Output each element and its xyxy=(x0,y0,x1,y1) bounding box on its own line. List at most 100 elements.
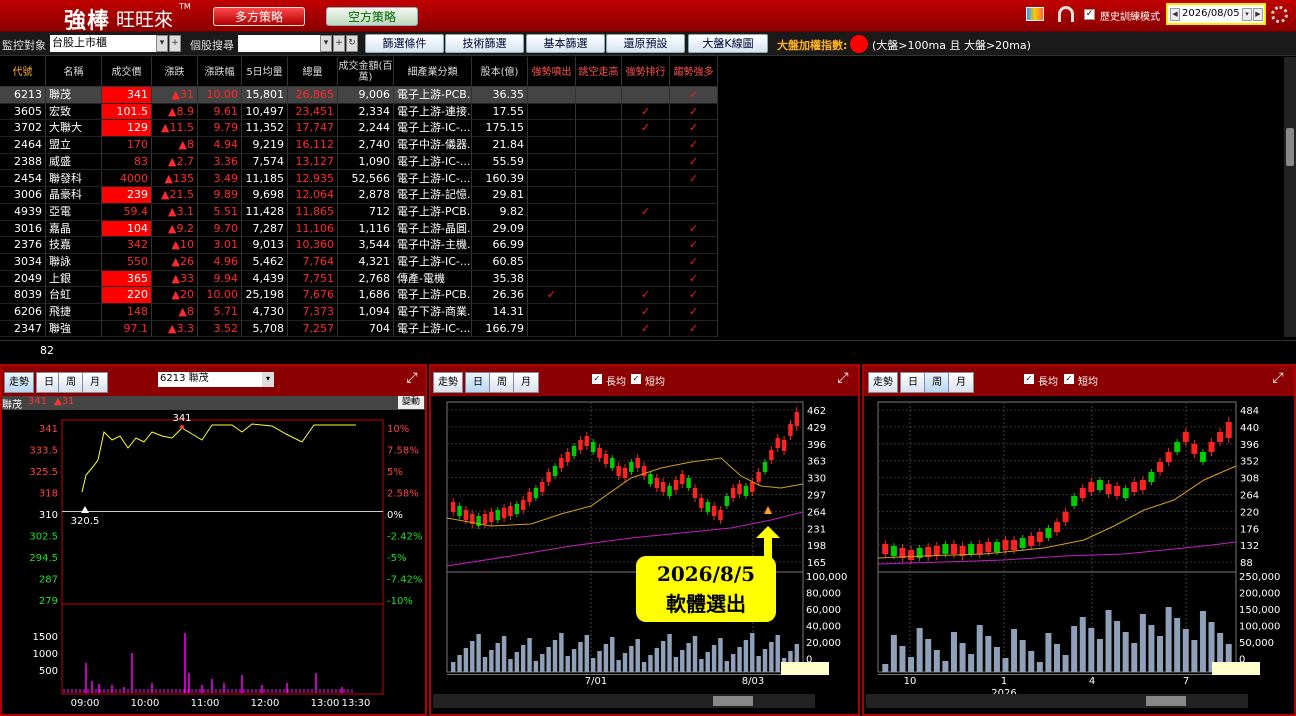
expand-icon[interactable]: ⤢ xyxy=(404,370,420,386)
table-scrollbar-thumb[interactable] xyxy=(1286,128,1294,166)
callout-date: 2026/8/5 xyxy=(656,562,756,586)
tab-week[interactable]: 周 xyxy=(924,372,950,393)
volume-bar xyxy=(968,654,975,672)
signal-check-icon xyxy=(622,153,670,171)
expand-icon[interactable]: ⤢ xyxy=(835,370,851,386)
column-header[interactable]: 總量 xyxy=(288,57,338,87)
tab-month[interactable]: 月 xyxy=(513,372,539,393)
date-value[interactable]: 2026/08/05 xyxy=(1182,8,1240,19)
fundamental-filter-button[interactable]: 基本篩選 xyxy=(526,34,605,53)
column-header[interactable]: 強勢排行 xyxy=(622,57,670,87)
tab-month[interactable]: 月 xyxy=(82,372,108,393)
table-row[interactable]: 3702 大聯大 129 ▲11.5 9.79 11,352 17,747 2,244 電子上游… xyxy=(0,120,718,138)
date-picker[interactable]: ◀ 2026/08/05 ▾ ▶ xyxy=(1166,3,1266,25)
table-row[interactable]: 2049 上銀 365 ▲33 9.94 4,439 7,751 2,768 傳產-電機 35.3… xyxy=(0,270,718,288)
table-row[interactable]: 2376 技嘉 342 ▲10 3.01 9,013 10,360 3,544 電子中游-主機.… xyxy=(0,237,718,254)
column-header[interactable]: 跳空走高 xyxy=(576,57,622,87)
headset-icon[interactable] xyxy=(1058,6,1074,22)
date-dropdown-icon[interactable]: ▾ xyxy=(1242,8,1252,21)
tab-short-strategy[interactable]: 空方策略 xyxy=(326,7,418,26)
callout-text: 軟體選出 xyxy=(666,592,746,616)
ma-long-checkbox[interactable]: ✓ xyxy=(1024,374,1034,384)
table-cell: 台虹 xyxy=(46,287,102,305)
table-row[interactable]: 2347 聯強 97.1 ▲3.3 3.52 5,708 7,257 704 電子上游-IC-.… xyxy=(0,320,718,338)
table-row[interactable]: 3034 聯詠 550 ▲26 4.96 5,462 7,764 4,321 電子上游-IC-.… xyxy=(0,254,718,271)
stock-select[interactable]: 6213 聯茂 xyxy=(158,372,274,387)
column-header[interactable]: 趨勢強多 xyxy=(670,57,718,87)
market-dropdown-icon[interactable]: ▾ xyxy=(156,35,168,52)
tab-trend[interactable]: 走勢 xyxy=(868,372,898,393)
column-header[interactable]: 漲跌幅 xyxy=(198,57,242,87)
table-row[interactable]: 3016 嘉晶 104 ▲9.2 9.70 7,287 11,106 1,116 電子上游-晶圓… xyxy=(0,220,718,238)
candle xyxy=(648,474,653,484)
table-row[interactable]: 2464 盟立 170 ▲8 4.94 9,219 16,112 2,740 電子中游-儀器..… xyxy=(0,137,718,154)
table-scrollbar[interactable] xyxy=(1284,57,1296,337)
tab-trend[interactable]: 走勢 xyxy=(4,372,34,393)
table-cell: 59.4 xyxy=(102,203,152,221)
candle xyxy=(1088,482,1095,492)
table-row[interactable]: 3605 宏致 101.5 ▲8.9 9.61 10,497 23,451 2,334 電子上游… xyxy=(0,103,718,121)
ma-short-checkbox[interactable]: ✓ xyxy=(1064,374,1074,384)
signal-check-icon xyxy=(528,237,576,254)
candle xyxy=(622,468,628,478)
time-tick: 11:00 xyxy=(191,698,220,709)
tab-day[interactable]: 日 xyxy=(900,372,926,393)
table-cell: ▲33 xyxy=(152,270,198,288)
stock-search-input[interactable] xyxy=(238,35,332,52)
screen-icon[interactable] xyxy=(1026,7,1044,21)
column-header[interactable]: 名稱 xyxy=(46,57,102,87)
column-header[interactable]: 股本(億) xyxy=(472,57,528,87)
column-header[interactable]: 成交價 xyxy=(102,57,152,87)
tab-long-strategy[interactable]: 多方策略 xyxy=(213,7,305,26)
table-cell: 341 xyxy=(102,87,152,104)
technical-filter-button[interactable]: 技術篩選 xyxy=(445,34,524,53)
tab-week[interactable]: 周 xyxy=(58,372,84,393)
signal-check-icon xyxy=(576,137,622,154)
market-add-icon[interactable]: + xyxy=(169,35,181,52)
date-next-icon[interactable]: ▶ xyxy=(1253,8,1263,21)
filter-conditions-button[interactable]: 篩選條件 xyxy=(365,34,444,53)
table-row[interactable]: 4939 亞電 59.4 ▲3.1 5.51 11,428 11,865 712 電子上游-PC… xyxy=(0,203,718,221)
column-header[interactable]: 漲跌 xyxy=(152,57,198,87)
candle xyxy=(501,508,507,518)
history-mode-checkbox[interactable]: ✓ xyxy=(1084,9,1095,20)
search-refresh-icon[interactable]: ↻ xyxy=(346,35,358,52)
ma-short-checkbox[interactable]: ✓ xyxy=(631,374,641,384)
table-cell: 29.81 xyxy=(472,187,528,204)
stock-select-dropdown-icon[interactable]: ▾ xyxy=(262,372,274,387)
table-cell: 36.35 xyxy=(472,87,528,104)
tab-day[interactable]: 日 xyxy=(465,372,491,393)
ma-long-checkbox[interactable]: ✓ xyxy=(592,374,602,384)
table-row[interactable]: 2388 威盛 83 ▲2.7 3.36 7,574 13,127 1,090 電子上游-IC-… xyxy=(0,153,718,171)
column-header[interactable]: 細產業分類 xyxy=(394,57,472,87)
column-header[interactable]: 成交金額(百萬) xyxy=(338,57,394,87)
table-row[interactable]: 6213 聯茂 341 ▲31 10.00 15,801 26,865 9,006 電子上游-P… xyxy=(0,87,718,104)
table-row[interactable]: 2454 聯發科 4000 ▲135 3.49 11,185 12,935 52,566 電子上… xyxy=(0,170,718,188)
expand-icon[interactable]: ⤢ xyxy=(1270,370,1286,386)
candle xyxy=(985,542,992,552)
column-header[interactable]: 強勢噴出 xyxy=(528,57,576,87)
quote-name: 聯茂 xyxy=(2,400,22,411)
column-header[interactable]: 代號 xyxy=(0,57,46,87)
table-row[interactable]: 6206 飛捷 148 ▲8 5.71 4,730 7,373 1,094 電子下游-商業...… xyxy=(0,304,718,321)
table-row[interactable]: 8039 台虹 220 ▲20 10.00 25,198 7,676 1,686 電子上游-PC… xyxy=(0,287,718,305)
column-header[interactable]: 5日均量 xyxy=(242,57,288,87)
table-row[interactable]: 3006 晶豪科 239 ▲21.5 9.89 9,698 12,064 2,878 電子上游-… xyxy=(0,187,718,204)
date-prev-icon[interactable]: ◀ xyxy=(1170,8,1180,21)
signal-check-icon: ✓ xyxy=(622,304,670,321)
table-cell: 712 xyxy=(338,203,394,221)
tab-trend[interactable]: 走勢 xyxy=(433,372,463,393)
restore-default-button[interactable]: 還原預設 xyxy=(606,34,685,53)
gear-icon[interactable] xyxy=(1271,6,1288,23)
table-cell: 3702 xyxy=(0,120,46,138)
change-mode-button[interactable]: 變動 xyxy=(398,396,424,409)
search-add-icon[interactable]: + xyxy=(333,35,345,52)
index-kline-button[interactable]: 大盤K線圖 xyxy=(688,34,768,53)
tab-month[interactable]: 月 xyxy=(948,372,974,393)
search-dropdown-icon[interactable]: ▾ xyxy=(320,35,332,52)
tab-week[interactable]: 周 xyxy=(489,372,515,393)
market-select[interactable]: 台股上市櫃 xyxy=(50,35,168,52)
candle xyxy=(699,498,704,508)
price-cursor-box xyxy=(781,662,829,675)
candle xyxy=(565,452,570,462)
